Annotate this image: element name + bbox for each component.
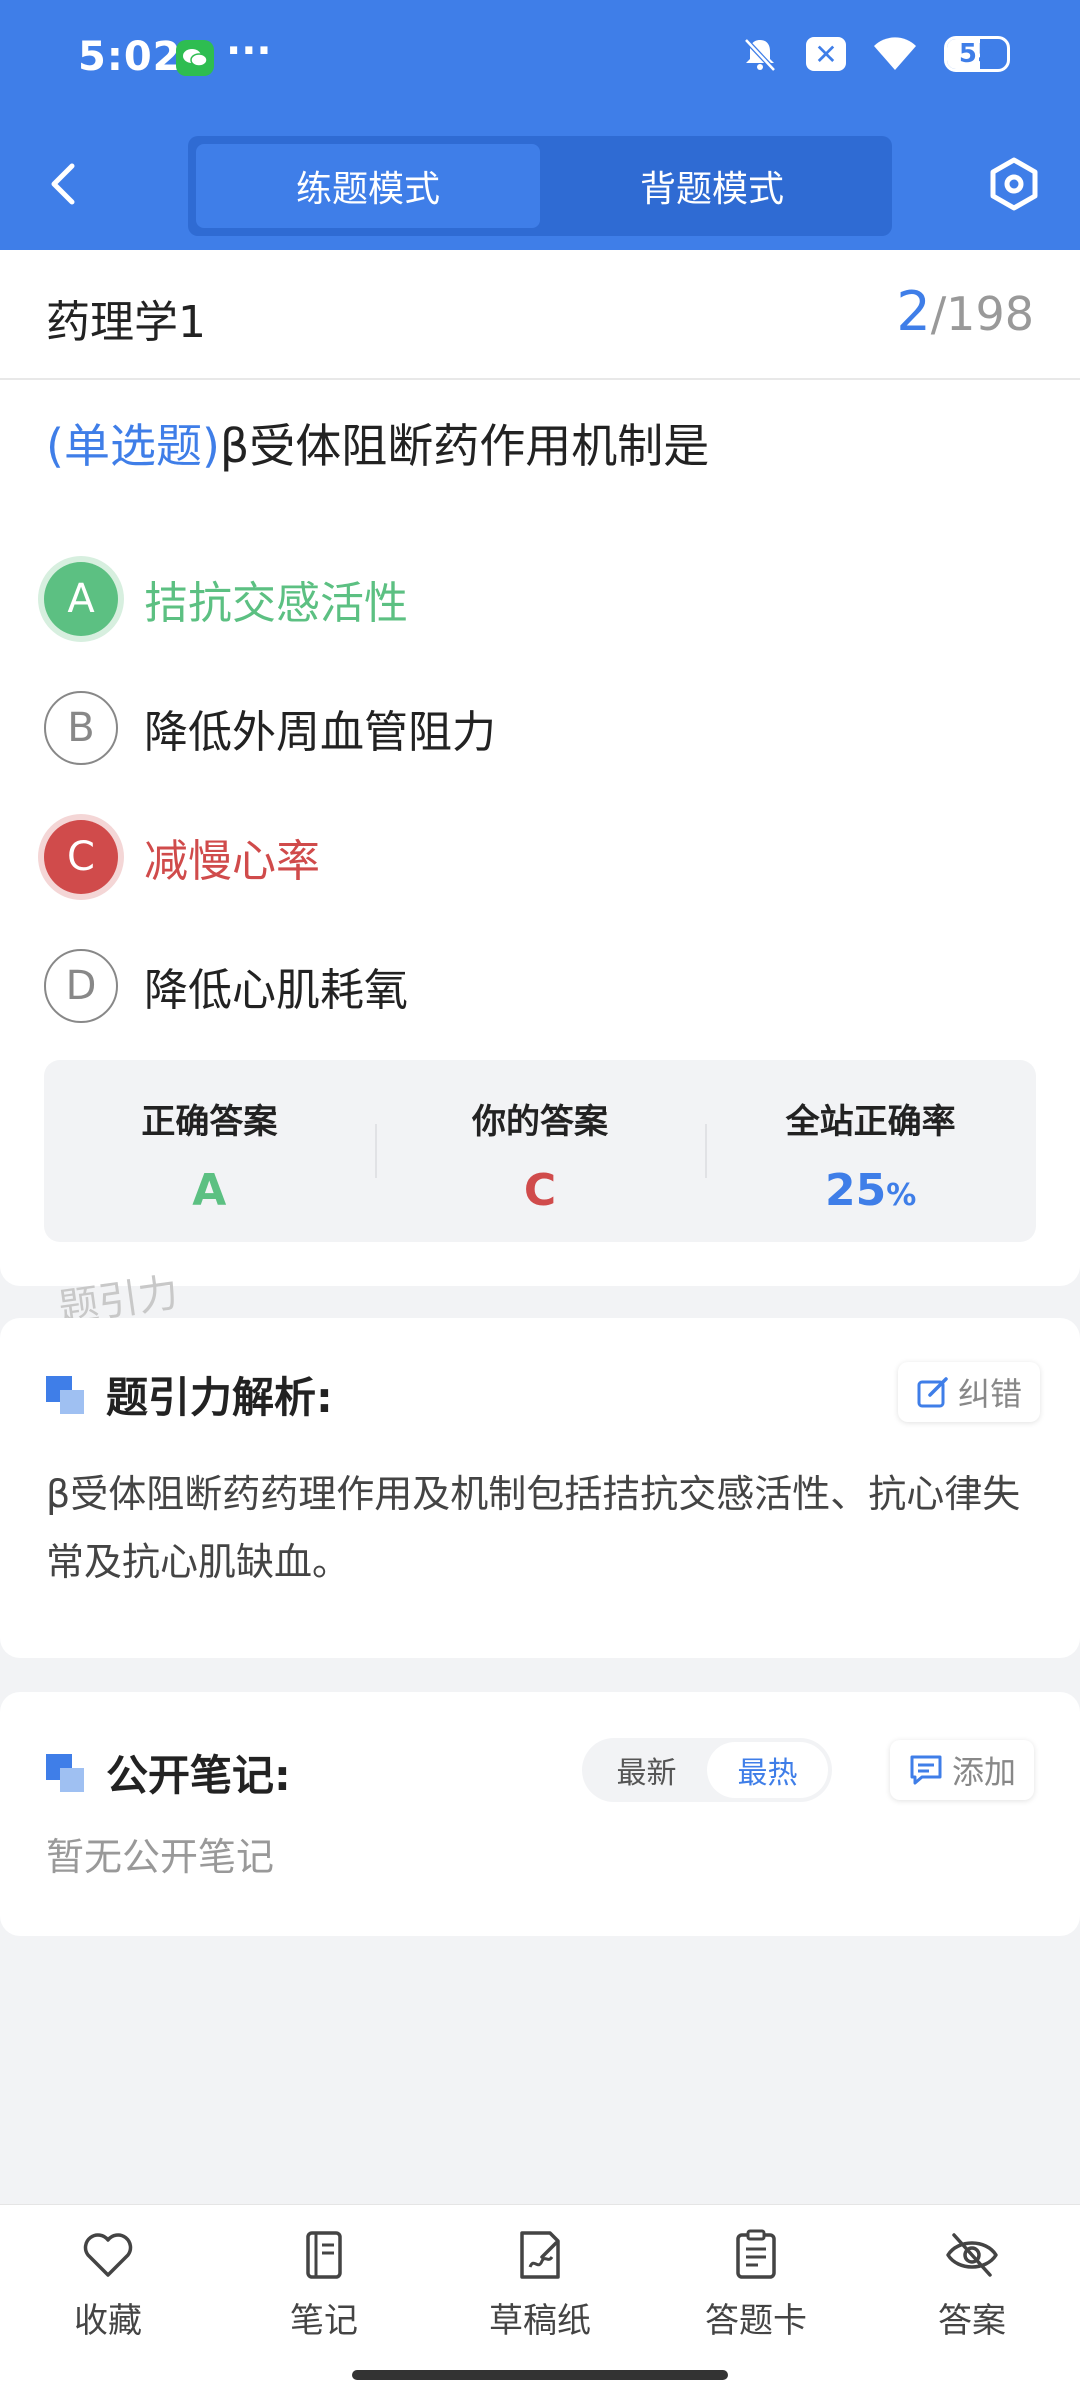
subject-title: 药理学1 xyxy=(46,297,206,348)
question-stem: β受体阻断药作用机制是 xyxy=(219,419,710,473)
status-bar: 5:02 ··· ✕ 55 xyxy=(0,0,1080,118)
notes-empty-text: 暂无公开笔记 xyxy=(46,1835,275,1879)
option-b[interactable]: B 降低外周血管阻力 xyxy=(44,691,496,765)
option-d[interactable]: D 降低心肌耗氧 xyxy=(44,949,408,1023)
current-question-number: 2 xyxy=(896,280,931,343)
add-note-label: 添加 xyxy=(952,1753,1017,1791)
answer-card-label: 答题卡 xyxy=(705,2301,807,2341)
top-bar: 5:02 ··· ✕ 55 练题模式 背题模式 xyxy=(0,0,1080,250)
question-type: (单选题) xyxy=(46,419,220,473)
site-accuracy-number: 25 xyxy=(825,1165,887,1216)
x-box-icon: ✕ xyxy=(806,37,846,71)
your-answer-block: 你的答案 C xyxy=(374,1060,706,1242)
analysis-card: 题引力解析: 纠错 β受体阻断药药理作用及机制包括拮抗交感活性、抗心律失常及抗心… xyxy=(0,1318,1080,1658)
analysis-title: 题引力解析: xyxy=(106,1373,333,1422)
correct-answer-value: A xyxy=(192,1165,227,1216)
status-icons: ✕ 55 xyxy=(740,34,1010,74)
notes-label: 笔记 xyxy=(290,2301,358,2341)
bell-off-icon xyxy=(744,38,776,72)
show-answer-label: 答案 xyxy=(938,2301,1006,2341)
section-icon xyxy=(46,1375,84,1414)
report-error-button[interactable]: 纠错 xyxy=(898,1362,1041,1422)
option-a[interactable]: A 拮抗交感活性 xyxy=(44,562,408,636)
eye-off-icon xyxy=(946,2233,998,2277)
sort-newest[interactable]: 最新 xyxy=(586,1742,707,1798)
analysis-text: β受体阻断药药理作用及机制包括拮抗交感活性、抗心律失常及抗心肌缺血。 xyxy=(46,1472,1021,1584)
chevron-left-icon[interactable] xyxy=(40,154,90,214)
report-error-label: 纠错 xyxy=(958,1375,1023,1413)
tab-memorize-mode[interactable]: 背题模式 xyxy=(540,144,884,228)
status-time: 5:02 xyxy=(78,34,182,80)
total-questions: /198 xyxy=(930,287,1034,341)
draft-paper-label: 草稿纸 xyxy=(489,2301,591,2341)
add-note-button[interactable]: 添加 xyxy=(890,1740,1035,1800)
option-c[interactable]: C 减慢心率 xyxy=(44,820,320,894)
your-answer-value: C xyxy=(523,1165,557,1216)
battery-icon: 55 xyxy=(944,36,1010,72)
option-b-letter: B xyxy=(44,691,118,765)
edit-icon xyxy=(917,1377,948,1408)
notes-sort-toggle: 最新 最热 xyxy=(582,1738,832,1802)
home-indicator[interactable] xyxy=(352,2370,728,2380)
favorite-button[interactable]: 收藏 xyxy=(0,2205,216,2400)
favorite-label: 收藏 xyxy=(74,2301,142,2341)
notes-title: 公开笔记: xyxy=(106,1751,291,1800)
option-d-letter: D xyxy=(44,949,118,1023)
show-answer-button[interactable]: 答案 xyxy=(864,2205,1080,2400)
draft-paper-icon xyxy=(520,2231,560,2279)
option-a-text: 拮抗交感活性 xyxy=(144,578,408,629)
option-a-letter: A xyxy=(44,562,118,636)
nav-bar: 练题模式 背题模式 xyxy=(0,118,1080,250)
option-c-letter: C xyxy=(44,820,118,894)
site-accuracy-value: 25% xyxy=(705,1165,1036,1216)
option-b-text: 降低外周血管阻力 xyxy=(144,707,496,758)
divider xyxy=(0,378,1080,380)
comment-icon xyxy=(910,1755,942,1785)
question-text: (单选题)β受体阻断药作用机制是 xyxy=(46,410,709,476)
site-accuracy-label: 全站正确率 xyxy=(785,1102,956,1142)
notebook-icon xyxy=(306,2231,342,2279)
correct-answer-block: 正确答案 A xyxy=(44,1060,375,1242)
correct-answer-label: 正确答案 xyxy=(141,1102,278,1142)
more-notifications-icon: ··· xyxy=(226,28,272,74)
battery-level: 55 xyxy=(958,39,996,69)
wifi-icon xyxy=(874,37,916,70)
wechat-icon xyxy=(176,40,214,76)
mode-switch: 练题模式 背题模式 xyxy=(188,136,892,236)
public-notes-card: 公开笔记: 最新 最热 添加 暂无公开笔记 xyxy=(0,1692,1080,1936)
option-c-text: 减慢心率 xyxy=(144,836,320,887)
answer-result-panel: 正确答案 A 你的答案 C 全站正确率 25% xyxy=(44,1060,1036,1242)
site-accuracy-block: 全站正确率 25% xyxy=(705,1060,1036,1242)
sort-hottest[interactable]: 最热 xyxy=(707,1742,828,1798)
analysis-heading: 题引力解析: xyxy=(46,1364,333,1425)
section-icon xyxy=(46,1753,84,1792)
question-progress: 2/198 xyxy=(896,280,1034,343)
answer-card-icon xyxy=(736,2229,776,2279)
question-card: 药理学1 2/198 (单选题)β受体阻断药作用机制是 A 拮抗交感活性 B 降… xyxy=(0,250,1080,1286)
notes-heading: 公开笔记: xyxy=(46,1742,291,1803)
your-answer-label: 你的答案 xyxy=(472,1102,608,1142)
tab-practice-mode[interactable]: 练题模式 xyxy=(196,144,540,228)
site-accuracy-unit: % xyxy=(886,1178,917,1213)
option-d-text: 降低心肌耗氧 xyxy=(144,965,408,1016)
hexagon-settings-icon[interactable] xyxy=(984,154,1044,214)
heart-icon xyxy=(83,2233,133,2277)
